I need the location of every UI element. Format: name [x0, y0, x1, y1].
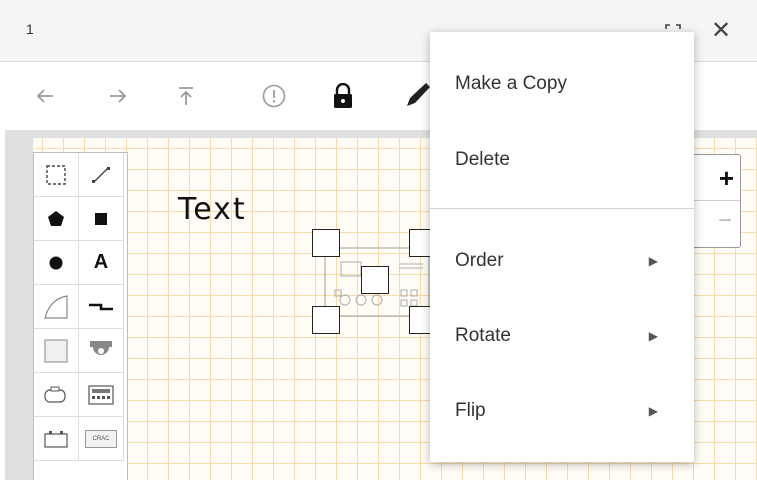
menu-item-label: Delete: [455, 149, 510, 170]
line-icon[interactable]: [79, 153, 124, 197]
window-title: 1: [26, 21, 34, 37]
undo-icon[interactable]: [27, 78, 63, 114]
text-tool-icon[interactable]: A: [79, 241, 124, 285]
info-icon[interactable]: [256, 78, 292, 114]
select-rect-icon[interactable]: [34, 153, 79, 197]
curve-shape-icon[interactable]: [34, 285, 79, 329]
menu-item-label: Order: [455, 250, 504, 271]
menu-item-order[interactable]: Order ▶: [430, 233, 694, 289]
resize-handle-bottom-left[interactable]: [312, 306, 340, 334]
zoom-in-button[interactable]: +: [688, 155, 740, 201]
menu-item-flip[interactable]: Flip ▶: [430, 383, 694, 439]
panel-device-icon[interactable]: [79, 373, 124, 417]
crac-label: CRAC: [85, 429, 117, 448]
move-handle-center[interactable]: [361, 266, 389, 294]
close-icon[interactable]: ✕: [708, 16, 734, 46]
context-menu: Make a Copy Delete Order ▶ Rotate ▶ Flip…: [430, 32, 694, 462]
menu-item-label: Rotate: [455, 325, 511, 346]
bring-to-top-icon[interactable]: [168, 78, 204, 114]
lock-icon[interactable]: [325, 78, 361, 114]
crac-unit-icon[interactable]: CRAC: [79, 417, 124, 461]
battery-icon[interactable]: [34, 417, 79, 461]
zoom-out-button[interactable]: −: [688, 201, 740, 247]
menu-item-rotate[interactable]: Rotate ▶: [430, 308, 694, 364]
menu-divider: [430, 208, 694, 209]
menu-item-label: Flip: [455, 400, 486, 421]
connector-icon[interactable]: [79, 285, 124, 329]
square-icon[interactable]: [79, 197, 124, 241]
shape-palette: A CRAC: [33, 152, 128, 480]
submenu-arrow-icon: ▶: [648, 329, 658, 343]
redo-icon[interactable]: [100, 78, 136, 114]
cylinder-icon[interactable]: [34, 373, 79, 417]
zoom-control: + −: [687, 154, 741, 248]
resize-handle-top-left[interactable]: [312, 229, 340, 257]
menu-item-label: Make a Copy: [455, 73, 567, 94]
camera-icon[interactable]: [79, 329, 124, 373]
submenu-arrow-icon: ▶: [648, 404, 658, 418]
menu-item-delete[interactable]: Delete: [430, 132, 694, 188]
menu-item-make-copy[interactable]: Make a Copy: [430, 56, 694, 112]
canvas-text-element[interactable]: Text: [178, 192, 247, 227]
pentagon-icon[interactable]: [34, 197, 79, 241]
circle-icon[interactable]: [34, 241, 79, 285]
rack-icon[interactable]: [34, 329, 79, 373]
submenu-arrow-icon: ▶: [648, 254, 658, 268]
